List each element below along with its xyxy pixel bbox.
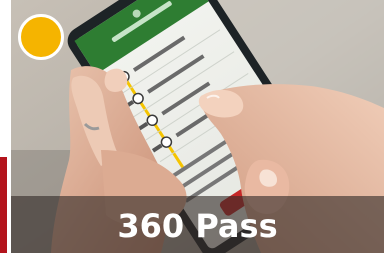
caption-title: 360 Pass: [117, 207, 278, 245]
red-edge-strip: [0, 157, 7, 253]
photo-tile[interactable]: 360 Pass: [11, 0, 384, 253]
status-dot-icon: [18, 14, 64, 60]
